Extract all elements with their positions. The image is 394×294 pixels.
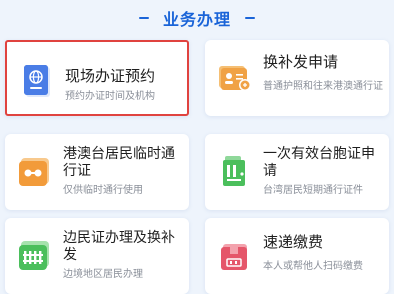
card-title: 速递缴费 — [263, 233, 324, 251]
card-subtitle: 普通护照和往来港澳通行证 — [263, 81, 383, 92]
card-subtitle: 预约办证时间及机构 — [65, 91, 155, 102]
ticket-icon — [223, 156, 245, 186]
card-title: 边民证办理及换补发 — [63, 230, 175, 263]
service-card-replacement[interactable]: 换补发申请 普通护照和往来港澳通行证 — [205, 40, 389, 116]
radio-card-icon — [19, 158, 49, 186]
dash-right — [245, 17, 255, 19]
card-title: 换补发申请 — [263, 53, 339, 71]
passport-icon — [24, 65, 50, 97]
card-subtitle: 边境地区居民办理 — [63, 269, 143, 280]
section-title: 业务办理 — [162, 10, 231, 29]
service-card-taiwan-pass[interactable]: 一次有效台胞证申请 台湾居民短期通行证件 — [205, 134, 389, 210]
card-subtitle: 本人或帮他人扫码缴费 — [263, 261, 363, 272]
card-subtitle: 台湾居民短期通行证件 — [263, 185, 363, 196]
service-card-express-payment[interactable]: 速递缴费 本人或帮他人扫码缴费 — [205, 218, 389, 294]
fence-card-icon — [19, 241, 49, 270]
id-card-icon — [219, 66, 251, 91]
section-header: 业务办理 — [0, 0, 394, 36]
card-subtitle: 仅供临时通行使用 — [63, 185, 143, 196]
service-card-hmt-temporary[interactable]: 港澳台居民临时通行证 仅供临时通行使用 — [5, 134, 189, 210]
card-title: 港澳台居民临时通行证 — [63, 146, 175, 179]
dash-left — [138, 17, 149, 19]
service-card-appointment[interactable]: 现场办证预约 预约办证时间及机构 — [5, 40, 189, 116]
card-title: 一次有效台胞证申请 — [263, 146, 375, 179]
card-title: 现场办证预约 — [65, 67, 156, 85]
package-icon — [221, 244, 247, 270]
service-card-border-pass[interactable]: 边民证办理及换补发 边境地区居民办理 — [5, 218, 189, 294]
